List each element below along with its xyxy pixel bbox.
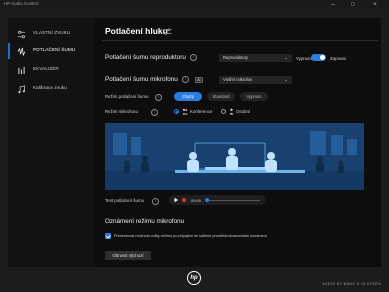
noise-mode-label: Režim potlačení šumu bbox=[105, 94, 149, 99]
mode-off-button[interactable]: Vypnuto bbox=[240, 92, 268, 101]
mode-standard-button[interactable]: Standard bbox=[207, 92, 235, 101]
sliders-icon bbox=[17, 30, 26, 39]
chevron-down-icon: ⌄ bbox=[284, 77, 288, 82]
playback-time: 00:00 bbox=[191, 197, 202, 203]
close-button[interactable]: × bbox=[368, 0, 382, 10]
mic-notify-heading: Oznámení režimu mikrofonu bbox=[105, 218, 185, 225]
info-icon[interactable]: i bbox=[152, 198, 159, 205]
mode-smart-button[interactable]: Chytrý bbox=[174, 92, 202, 101]
ai-badge: AI bbox=[194, 76, 203, 83]
mic-mode-conference-radio[interactable] bbox=[174, 109, 179, 114]
mic-notify-checkbox-label: Prezentovat možnost volby režimu po přip… bbox=[114, 234, 267, 238]
brand-text: AUDIO BY BANG & OLUFSEN bbox=[322, 282, 381, 286]
mic-mode-personal-radio[interactable] bbox=[221, 109, 226, 114]
noise-test-player: 00:00 bbox=[169, 195, 266, 205]
noise-test-label: Test potlačení šumu bbox=[105, 198, 145, 203]
restore-defaults-button[interactable]: Obnovit výchozí bbox=[105, 251, 151, 260]
info-icon[interactable]: i bbox=[181, 76, 189, 83]
chevron-down-icon: ⌄ bbox=[284, 55, 288, 60]
sidebar-item-noise-suppression[interactable]: POTLAČENÍ ŠUMU bbox=[8, 43, 94, 59]
sidebar-item-equalizer[interactable]: EKVALIZÉR bbox=[8, 62, 94, 78]
record-icon[interactable] bbox=[181, 197, 187, 203]
title-divider bbox=[102, 40, 378, 41]
hp-logo: hp bbox=[187, 271, 201, 285]
conference-illustration bbox=[105, 123, 364, 190]
sidebar-item-label: VLASTNÍ ZVUKU bbox=[33, 30, 71, 35]
sidebar: VLASTNÍ ZVUKU POTLAČENÍ ŠUMU EKVALIZÉR K bbox=[8, 18, 94, 267]
music-note-icon bbox=[18, 85, 26, 94]
speaker-on-label: Zapnuto bbox=[330, 56, 347, 61]
speaker-noise-section: Potlačení šumu reproduktoru i bbox=[105, 54, 197, 61]
speaker-noise-label: Potlačení šumu reproduktoru bbox=[105, 54, 186, 62]
window-title: HP Audio Control bbox=[4, 1, 39, 6]
sidebar-item-calibration[interactable]: Kalibrace zvuku bbox=[8, 81, 94, 97]
speaker-device-dropdown[interactable]: Reproduktory ⌄ bbox=[219, 54, 292, 62]
equalizer-icon bbox=[18, 66, 25, 75]
mic-notify-checkbox[interactable] bbox=[105, 233, 111, 239]
speaker-noise-toggle[interactable] bbox=[311, 54, 326, 61]
mic-device-dropdown[interactable]: Vnitřní mikrofon ⌄ bbox=[219, 76, 292, 84]
info-icon[interactable]: i bbox=[151, 109, 158, 116]
noise-wave-icon bbox=[17, 47, 26, 56]
sliders-icon bbox=[163, 28, 172, 35]
speaker-off-label: Vypnuto bbox=[296, 56, 312, 61]
page-title: Potlačení hluku bbox=[105, 26, 168, 36]
mic-noise-label: Potlačení šumu mikrofonu bbox=[105, 76, 178, 84]
info-icon[interactable]: i bbox=[189, 54, 197, 61]
mic-mode-personal-label: Osobní bbox=[236, 109, 251, 114]
playback-track[interactable] bbox=[206, 199, 260, 201]
mic-device-value: Vnitřní mikrofon bbox=[223, 77, 253, 82]
main-content: Potlačení hluku Potlačení šumu reprodukt… bbox=[102, 18, 381, 267]
conference-scene-art bbox=[105, 123, 364, 190]
title-bar: HP Audio Control – □ × bbox=[0, 0, 389, 10]
toggle-knob bbox=[320, 55, 325, 60]
mic-noise-section: Potlačení šumu mikrofonu i AI bbox=[105, 76, 203, 83]
app-panel: VLASTNÍ ZVUKU POTLAČENÍ ŠUMU EKVALIZÉR K bbox=[8, 18, 381, 267]
speaker-device-value: Reproduktory bbox=[223, 55, 249, 60]
info-icon[interactable]: i bbox=[155, 94, 162, 101]
people-icon bbox=[182, 108, 188, 115]
active-indicator bbox=[8, 43, 10, 59]
minimize-button[interactable]: – bbox=[326, 0, 340, 10]
sidebar-item-label: Kalibrace zvuku bbox=[33, 85, 67, 90]
person-icon bbox=[229, 108, 234, 115]
maximize-button[interactable]: □ bbox=[346, 0, 360, 10]
sidebar-item-label: POTLAČENÍ ŠUMU bbox=[33, 47, 76, 52]
play-icon[interactable] bbox=[173, 197, 179, 203]
mic-mode-label: Režim mikrofonu bbox=[105, 109, 138, 114]
playback-thumb[interactable] bbox=[205, 198, 209, 202]
sidebar-item-label: EKVALIZÉR bbox=[33, 66, 59, 71]
mic-mode-conference-label: Konference bbox=[190, 109, 213, 114]
sidebar-item-custom-sound[interactable]: VLASTNÍ ZVUKU bbox=[8, 26, 94, 42]
